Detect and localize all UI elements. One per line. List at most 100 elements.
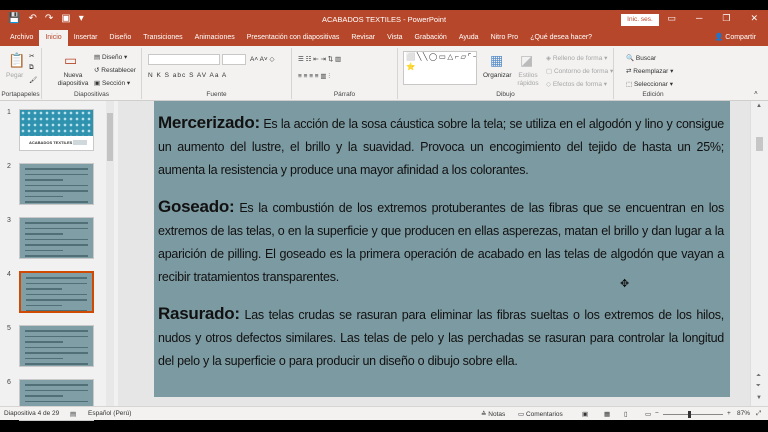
group-label: Párrafo: [333, 91, 356, 98]
term-heading: Rasurado:: [158, 304, 240, 323]
slide-thumbnail[interactable]: [19, 217, 94, 259]
shape-fill-label: Relleno de forma: [552, 55, 603, 62]
next-slide-icon[interactable]: ⏷: [756, 383, 761, 390]
thumbnail-text-line: [25, 222, 88, 224]
tab-ayuda[interactable]: Ayuda: [453, 30, 485, 46]
scrollbar-thumb[interactable]: [756, 137, 763, 151]
share-button[interactable]: 👤 Compartir: [715, 30, 756, 46]
scroll-down-icon[interactable]: ▼: [756, 395, 762, 401]
slide-editor: Mercerizado: Es la acción de la sosa cáu…: [118, 101, 750, 406]
font-name-input[interactable]: [148, 54, 220, 65]
copy-icon[interactable]: ⧉: [29, 64, 34, 72]
bullets-icon[interactable]: ☰ ☷ ⇤ ⇥ ⇅ ▥: [298, 55, 341, 63]
fit-slide-icon[interactable]: ⤢: [756, 410, 761, 418]
tab-presentación-con-diapositivas[interactable]: Presentación con diapositivas: [241, 30, 346, 46]
tab-animaciones[interactable]: Animaciones: [189, 30, 241, 46]
quick-styles-icon[interactable]: ◪: [520, 52, 533, 69]
layout-button[interactable]: ▤ Diseño ▾: [94, 53, 127, 61]
thumbnail-text-line: [25, 341, 63, 343]
paste-button[interactable]: Pegar: [6, 72, 23, 79]
slide-thumbnail[interactable]: ACABADOS TEXTILES: [19, 109, 94, 151]
shape-outline-button[interactable]: ▢ Contorno de forma ▾: [546, 67, 613, 75]
zoom-level[interactable]: 87%: [737, 410, 750, 417]
slide-thumbnail[interactable]: [19, 271, 94, 313]
zoom-in-icon[interactable]: +: [727, 410, 731, 417]
tab-insertar[interactable]: Insertar: [68, 30, 104, 46]
tab-nitro-pro[interactable]: Nitro Pro: [485, 30, 525, 46]
thumbnail-text-line: [25, 201, 88, 203]
slide-number: 5: [7, 325, 11, 332]
ribbon-display-icon[interactable]: ▭: [667, 13, 676, 24]
restore-icon[interactable]: ❐: [722, 13, 730, 24]
cut-icon[interactable]: ✂: [29, 52, 34, 60]
thumbnail-text-line: [25, 168, 88, 170]
tab--qué-desea-hacer-[interactable]: ¿Qué desea hacer?: [524, 30, 598, 46]
zoom-out-icon[interactable]: −: [655, 410, 659, 417]
reset-button[interactable]: ↺ Restablecer: [94, 66, 136, 74]
mouse-cursor-icon: ✥: [620, 278, 630, 290]
scroll-up-icon[interactable]: ▲: [756, 103, 762, 109]
tab-grabación[interactable]: Grabación: [409, 30, 453, 46]
scrollbar-thumb[interactable]: [107, 113, 113, 161]
thumbnail-text-line: [26, 288, 62, 290]
notes-button[interactable]: ≙ Notas: [481, 410, 505, 418]
term-heading: Goseado:: [158, 197, 235, 216]
tab-transiciones[interactable]: Transiciones: [137, 30, 188, 46]
arrange-button[interactable]: Organizar: [483, 72, 512, 79]
tab-diseño[interactable]: Diseño: [103, 30, 137, 46]
thumbnail-text-line: [25, 195, 63, 197]
zoom-slider-handle[interactable]: [688, 411, 691, 418]
slide-number: 3: [7, 217, 11, 224]
minimize-icon[interactable]: ─: [696, 13, 702, 24]
tab-revisar[interactable]: Revisar: [345, 30, 381, 46]
section-button[interactable]: ▣ Sección ▾: [94, 79, 130, 87]
language-indicator[interactable]: Español (Perú): [88, 410, 131, 417]
tab-vista[interactable]: Vista: [381, 30, 408, 46]
find-button[interactable]: 🔍 Buscar: [626, 54, 656, 62]
paste-icon[interactable]: 📋: [8, 52, 25, 69]
new-slide-button[interactable]: Nueva diapositiva: [54, 72, 92, 88]
font-size-grow-icon[interactable]: A˄ A˅ ◇: [250, 55, 275, 63]
font-size-input[interactable]: [222, 54, 246, 65]
term-definition: Es la combustión de los extremos protube…: [158, 201, 724, 284]
slide-canvas[interactable]: Mercerizado: Es la acción de la sosa cáu…: [154, 101, 730, 397]
slide-sorter-icon[interactable]: ▦: [604, 410, 610, 418]
thumbnail-text-line: [25, 335, 88, 337]
close-icon[interactable]: ✕: [750, 13, 758, 24]
slide-number: 1: [7, 109, 11, 116]
shape-effects-button[interactable]: ◇ Efectos de forma ▾: [546, 80, 607, 88]
shape-fill-button[interactable]: ◈ Relleno de forma ▾: [546, 54, 607, 62]
sign-in-button[interactable]: Inic. ses.: [621, 14, 659, 26]
new-slide-icon[interactable]: ▭: [64, 52, 77, 69]
replace-button[interactable]: ⇄ Reemplazar ▾: [626, 67, 673, 75]
slideshow-icon[interactable]: ▭: [645, 410, 651, 418]
tab-inicio[interactable]: Inicio: [39, 30, 68, 46]
reading-view-icon[interactable]: ▯: [624, 410, 628, 418]
thumbnail-text-line: [26, 277, 87, 279]
spell-check-icon[interactable]: ▤: [70, 410, 76, 418]
tab-archivo[interactable]: Archivo: [4, 30, 39, 46]
font-format-buttons[interactable]: N K S abc S AV Aa A: [148, 72, 227, 79]
arrange-icon[interactable]: ▦: [490, 52, 503, 69]
collapse-ribbon-icon[interactable]: ˄: [754, 90, 758, 97]
quick-styles-button[interactable]: Estilos rápidos: [516, 72, 540, 88]
slide-thumbnail[interactable]: [19, 163, 94, 205]
format-painter-icon[interactable]: 🖌: [29, 76, 37, 84]
zoom-slider[interactable]: [663, 411, 723, 418]
group-parrafo: ☰ ☷ ⇤ ⇥ ⇅ ▥ ≡ ≡ ≡ ≡ ▥ ⫶ Párrafo: [292, 48, 398, 99]
ribbon: 📋 Pegar ✂ ⧉ 🖌 Portapapeles ▭ Nueva diapo…: [0, 46, 768, 101]
slide-thumbnail[interactable]: [19, 325, 94, 367]
align-icons[interactable]: ≡ ≡ ≡ ≡ ▥ ⫶: [298, 72, 330, 81]
comments-button[interactable]: ▭ Comentarios: [518, 410, 563, 418]
select-button[interactable]: ⬚ Seleccionar ▾: [626, 80, 673, 88]
normal-view-icon[interactable]: ▣: [582, 410, 588, 418]
shapes-gallery[interactable]: ⬜╲╲◯▭△⌐▱⌜⟶⬠⟨⟩⭐: [403, 51, 477, 85]
group-portapapeles: 📋 Pegar ✂ ⧉ 🖌 Portapapeles: [0, 48, 42, 99]
thumbnail-text-line: [25, 389, 88, 391]
thumbnails-scrollbar[interactable]: [106, 101, 114, 406]
section-label: Sección: [101, 80, 126, 87]
group-label: Fuente: [206, 91, 227, 98]
group-label: Dibujo: [496, 91, 515, 98]
slide-scrollbar[interactable]: ▲ ⏶ ⏷ ▼: [750, 101, 768, 406]
previous-slide-icon[interactable]: ⏶: [756, 373, 761, 380]
